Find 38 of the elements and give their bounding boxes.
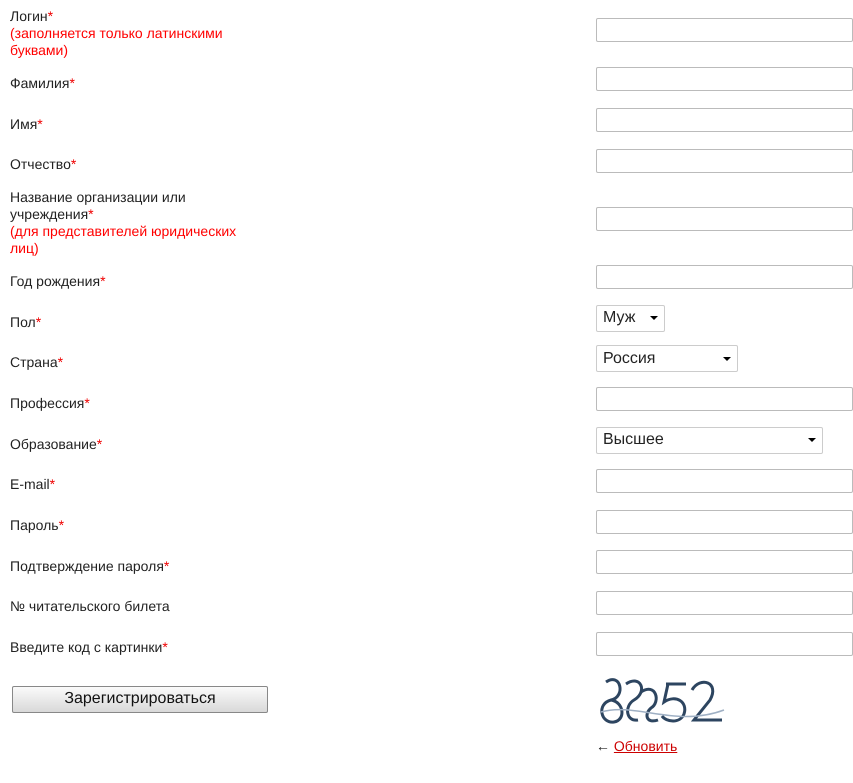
input-field[interactable] [596,550,853,574]
field-label: Введите код с картинки* [10,639,168,656]
field-hint: (для представителей юридических лиц) [10,223,238,258]
field-label: Логин* [10,8,54,24]
field-label: Имя* [10,116,43,132]
field-label: Год рождения* [10,272,106,289]
field-label: Страна* [10,354,64,370]
field-label: Фамилия* [10,74,75,91]
input-field[interactable] [596,510,853,534]
caret-icon [723,356,731,361]
caret-icon [808,438,816,442]
input-field[interactable] [596,590,853,615]
field-label: Образование* [10,436,102,452]
register-button[interactable]: Зарегистрироваться [12,686,268,713]
arrow-icon: ← [596,738,610,754]
field-label: Отчество* [10,156,76,172]
caret-icon [650,316,658,320]
input-field[interactable] [596,108,853,132]
input-field[interactable] [596,387,853,412]
dropdown[interactable]: Муж [596,304,665,332]
input-field[interactable] [596,207,853,232]
field-label: Пол* [10,314,42,330]
input-field[interactable] [596,18,853,42]
field-label: Название организации или учреждения* [10,189,186,222]
field-label: Подтверждение пароля* [10,558,170,574]
field-hint: (заполняется только латинскими буквами) [10,25,224,59]
input-field[interactable] [596,67,853,92]
dropdown[interactable]: Высшее [596,426,823,454]
input-field[interactable] [596,265,853,290]
refresh-link[interactable]: Обновить [614,738,678,754]
dropdown[interactable]: Россия [596,345,738,372]
input-field[interactable] [596,632,853,656]
field-label: Пароль* [10,517,64,534]
field-label: Профессия* [10,394,90,411]
input-field[interactable] [596,468,853,493]
field-label: № читательского билета [10,598,170,614]
field-label: E-mail* [10,476,56,492]
input-field[interactable] [596,148,853,173]
